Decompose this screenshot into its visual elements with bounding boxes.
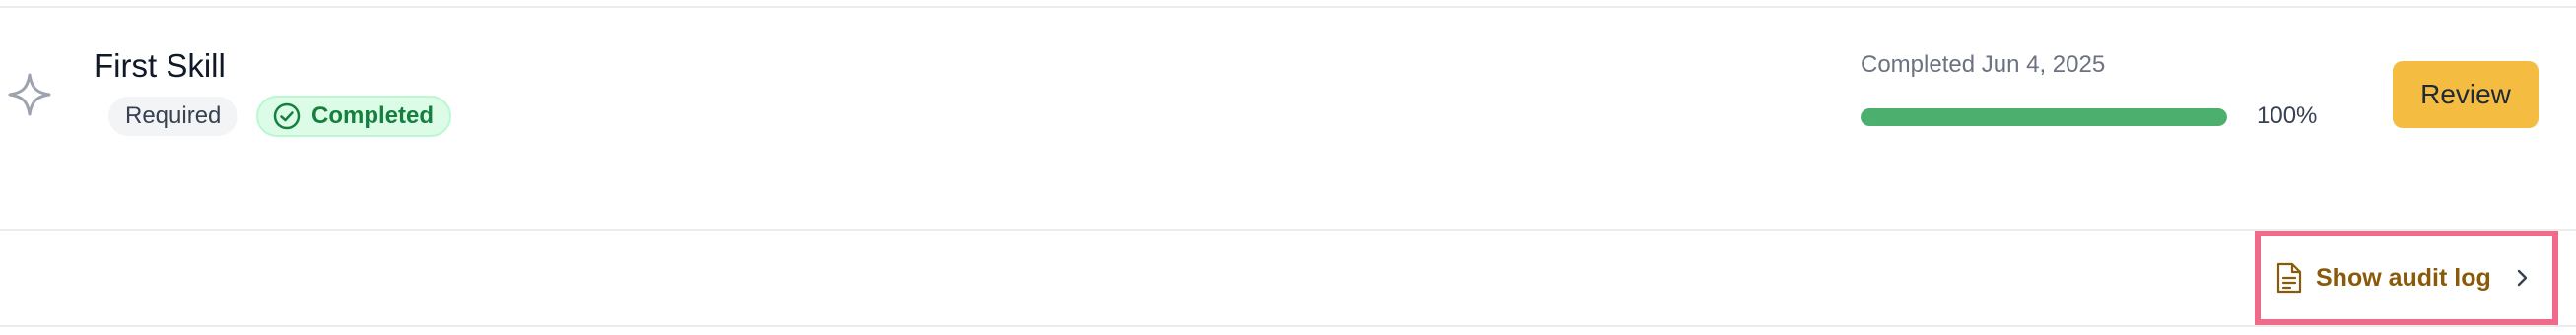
show-audit-log-button[interactable]: Show audit log bbox=[2265, 244, 2548, 311]
required-badge-label: Required bbox=[125, 102, 222, 129]
progress-bar-fill bbox=[1861, 108, 2227, 126]
skill-row: First Skill Required Completed Completed… bbox=[0, 8, 2576, 229]
audit-log-row: Show audit log bbox=[0, 231, 2576, 325]
chevron-right-icon bbox=[2517, 269, 2527, 287]
sparkle-icon bbox=[8, 73, 51, 116]
review-button[interactable]: Review bbox=[2393, 61, 2539, 128]
bottom-divider bbox=[0, 325, 2576, 327]
completed-status-label: Completed bbox=[311, 102, 435, 129]
completed-status-badge: Completed bbox=[256, 96, 452, 137]
progress-bar bbox=[1861, 108, 2227, 126]
check-circle-icon bbox=[273, 102, 301, 130]
progress-percent: 100% bbox=[2257, 102, 2318, 129]
show-audit-log-label: Show audit log bbox=[2316, 263, 2491, 292]
skill-title: First Skill bbox=[94, 47, 226, 84]
document-icon bbox=[2276, 262, 2302, 294]
completed-date: Completed Jun 4, 2025 bbox=[1861, 51, 2106, 78]
required-badge: Required bbox=[108, 97, 238, 136]
